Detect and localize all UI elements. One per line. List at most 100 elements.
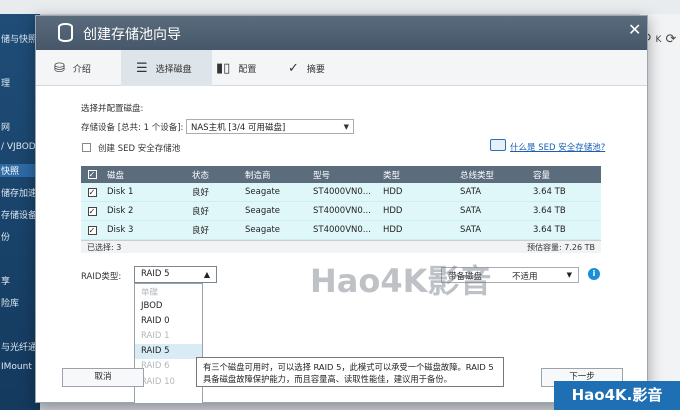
raid-tooltip: 有三个磁盘可用时，可以选择 RAID 5，此模式可以承受一个磁盘故障。RAID …	[196, 357, 504, 387]
cell-type: HDD	[383, 225, 403, 235]
sed-checkbox[interactable]	[82, 143, 91, 152]
top-right-label: K	[655, 34, 662, 45]
raid-option[interactable]: RAID 5	[135, 344, 202, 360]
step-summary[interactable]: ✓ 摘要	[288, 50, 325, 86]
disk-table: ✓ 磁盘 状态 制造商 型号 类型 总线类型 容量 ✓ Disk 1 良好 Seaga…	[81, 166, 601, 253]
table-row[interactable]: ✓ Disk 1 良好 Seagate ST4000VN0... HDD SATA 3.64 …	[81, 183, 601, 202]
raid-type-label: RAID类型:	[81, 272, 122, 282]
row-checkbox[interactable]: ✓	[87, 225, 97, 235]
col-capacity[interactable]: 容量	[529, 169, 601, 181]
app-sidebar: 储与快照理网 / VJBOD 快照储存加速存储设备份享险库与光纤通 IMount	[0, 14, 40, 410]
corner-badge: Hao4K.影音	[554, 381, 680, 410]
sidebar-item[interactable]: 快照	[0, 164, 40, 177]
dialog-header: 创建存储池向导 ✕	[36, 16, 647, 50]
raid-option: RAID 10	[141, 376, 175, 387]
sidebar-item[interactable]: 险库	[0, 296, 40, 309]
info-icon[interactable]: i	[588, 268, 600, 280]
cell-type: HDD	[383, 206, 403, 216]
cell-status: 良好	[192, 226, 210, 236]
cell-model: ST4000VN0...	[313, 206, 371, 216]
row-checkbox[interactable]: ✓	[87, 206, 97, 216]
storage-device-label: 存储设备 [总共: 1 个设备]:	[81, 123, 184, 133]
cell-vendor: Seagate	[245, 187, 281, 197]
sidebar-item[interactable]: 理	[0, 76, 40, 89]
step-configure[interactable]: ▮▯ 配置	[216, 50, 256, 86]
table-header: ✓ 磁盘 状态 制造商 型号 类型 总线类型 容量	[81, 166, 601, 183]
chevron-down-icon: ▼	[343, 123, 349, 131]
cell-bus: SATA	[460, 225, 482, 235]
select-disks-label: 选择并配置磁盘:	[81, 104, 144, 114]
table-row[interactable]: ✓ Disk 2 良好 Seagate ST4000VN0... HDD SATA 3.64 …	[81, 202, 601, 221]
table-footer: 已选择: 3 预估容量: 7.26 TB	[81, 240, 601, 253]
cell-status: 良好	[192, 207, 210, 217]
step-label: 配置	[238, 64, 257, 75]
col-disk[interactable]: 磁盘	[103, 169, 188, 181]
raid-option: RAID 6	[141, 361, 170, 372]
app-topbar	[0, 0, 680, 14]
select-all-checkbox[interactable]: ✓	[87, 170, 97, 179]
disk-stack-icon: ☰	[136, 60, 148, 76]
cell-vendor: Seagate	[245, 206, 281, 216]
sidebar-item[interactable]: 份	[0, 230, 40, 243]
close-icon[interactable]: ✕	[628, 20, 641, 39]
caret-up-icon: ▲	[203, 270, 210, 279]
cell-model: ST4000VN0...	[313, 225, 371, 235]
cell-disk: Disk 1	[107, 187, 134, 197]
estimated-capacity: 预估容量: 7.26 TB	[527, 242, 595, 252]
cell-bus: SATA	[460, 206, 482, 216]
battery-icon: ▮▯	[216, 60, 231, 76]
cell-disk: Disk 2	[107, 206, 134, 216]
col-model[interactable]: 型号	[309, 169, 379, 181]
step-label: 介绍	[72, 64, 91, 75]
cell-bus: SATA	[460, 187, 482, 197]
dialog-title: 创建存储池向导	[83, 27, 181, 43]
raid-type-options: 单碟 JBOD RAID 0 RAID 1 RAID 5 RAID 6 RAID 10	[134, 283, 203, 404]
cell-type: HDD	[383, 187, 403, 197]
step-intro[interactable]: ⛁ 介绍	[54, 50, 91, 86]
raid-option[interactable]: RAID 0	[135, 314, 202, 329]
cancel-button[interactable]: 取消	[62, 368, 144, 387]
sed-info-icon	[490, 139, 506, 151]
sed-checkbox-label: 创建 SED 安全存储池	[98, 144, 181, 154]
chevron-down-icon: ▼	[566, 271, 572, 279]
cell-disk: Disk 3	[107, 225, 134, 235]
sidebar-item[interactable]: 与光纤通	[0, 340, 40, 353]
raid-option: 单碟	[141, 288, 159, 298]
sed-help-link[interactable]: 什么是 SED 安全存储池?	[510, 141, 605, 153]
storage-device-value: NAS主机 [3/4 可用磁盘]	[191, 123, 286, 133]
sidebar-item[interactable]: 享	[0, 274, 40, 287]
col-status[interactable]: 状态	[188, 169, 241, 181]
cell-vendor: Seagate	[245, 225, 281, 235]
raid-type-select[interactable]: RAID 5 ▲	[134, 266, 217, 283]
table-body: ✓ Disk 1 良好 Seagate ST4000VN0... HDD SATA 3.64 …	[81, 183, 601, 240]
watermark: Hao4K影音	[310, 262, 492, 300]
step-label: 摘要	[306, 64, 325, 75]
col-type[interactable]: 类型	[379, 169, 456, 181]
table-row[interactable]: ✓ Disk 3 良好 Seagate ST4000VN0... HDD SATA 3.64 …	[81, 221, 601, 240]
sidebar-item[interactable]: 储存加速	[0, 186, 40, 199]
cell-capacity: 3.64 TB	[533, 225, 566, 235]
sidebar-item[interactable]: / VJBOD	[0, 142, 40, 152]
check-circle-icon: ✓	[288, 60, 299, 76]
storage-device-select[interactable]: NAS主机 [3/4 可用磁盘] ▼	[186, 119, 354, 134]
raid-option[interactable]: JBOD	[135, 299, 202, 314]
row-checkbox[interactable]: ✓	[87, 187, 97, 197]
col-bus[interactable]: 总线类型	[456, 169, 529, 181]
step-label: 选择磁盘	[155, 64, 192, 75]
disks-icon: ⛁	[54, 60, 65, 76]
selected-count: 已选择: 3	[87, 242, 122, 252]
database-icon	[58, 23, 73, 42]
col-vendor[interactable]: 制造商	[241, 169, 309, 181]
step-select-disks[interactable]: ☰ 选择磁盘	[121, 50, 212, 86]
sidebar-item[interactable]: 网	[0, 120, 40, 133]
cell-status: 良好	[192, 188, 210, 198]
sidebar-item[interactable]: IMount	[0, 362, 40, 372]
cell-capacity: 3.64 TB	[533, 187, 566, 197]
sidebar-item[interactable]: 存储设备	[0, 208, 40, 221]
wizard-steps: ⛁ 介绍 ☰ 选择磁盘 ▮▯ 配置 ✓ 摘要	[36, 50, 647, 86]
raid-selected-value: RAID 5	[141, 269, 170, 279]
refresh-icon[interactable]: ⟳	[665, 32, 676, 47]
cell-capacity: 3.64 TB	[533, 206, 566, 216]
raid-option: RAID 1	[141, 331, 170, 342]
sidebar-item[interactable]: 储与快照	[0, 32, 40, 45]
